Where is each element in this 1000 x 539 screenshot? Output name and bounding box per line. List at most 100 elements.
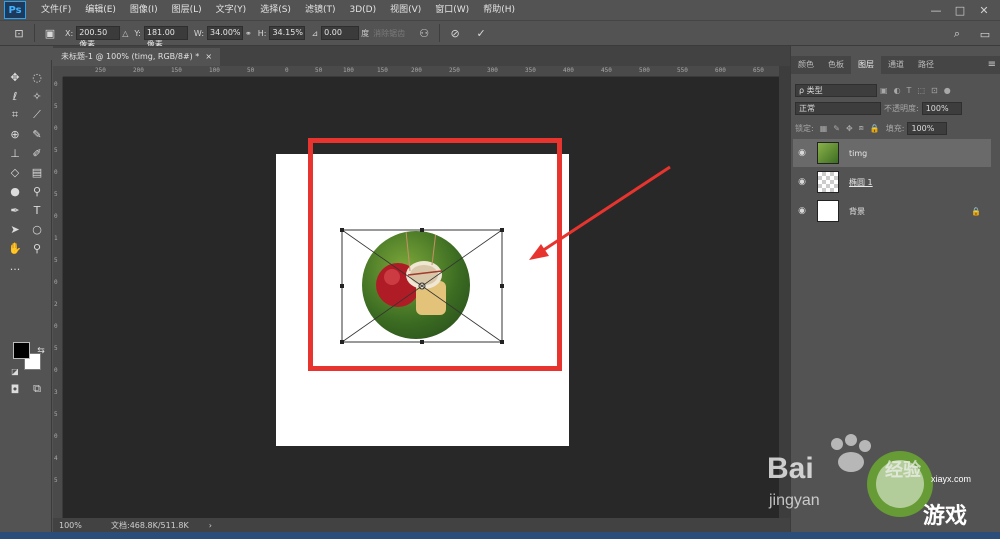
filter-toggle-icon[interactable]: ● (944, 86, 951, 95)
layer-row-background[interactable]: ◉ 背景 🔒 (793, 197, 991, 225)
minimize-button[interactable]: — (924, 0, 948, 20)
dodge-tool-icon[interactable]: ⚲ (27, 182, 47, 200)
lasso-tool-icon[interactable]: ℓ (5, 87, 25, 105)
move-tool-icon[interactable]: ✥ (5, 68, 25, 86)
crop-tool-icon[interactable]: ⌗ (5, 106, 25, 124)
layer-name[interactable]: 椭圆 1 (849, 177, 873, 188)
gradient-tool-icon[interactable]: ▤ (27, 163, 47, 181)
blur-tool-icon[interactable]: ● (5, 182, 25, 200)
horizontal-ruler: 250 200 150 100 50 0 50 100 150 200 250 … (63, 66, 779, 77)
visibility-eye-icon[interactable]: ◉ (793, 177, 811, 187)
eraser-tool-icon[interactable]: ◇ (5, 163, 25, 181)
brush-tool-icon[interactable]: ✎ (27, 125, 47, 143)
swap-colors-icon[interactable]: ⇆ (31, 342, 51, 360)
menu-view[interactable]: 视图(V) (383, 0, 428, 20)
lock-pixels-icon[interactable]: ✎ (833, 124, 840, 133)
tab-paths[interactable]: 路径 (911, 56, 941, 74)
tab-channels[interactable]: 通道 (881, 56, 911, 74)
canvas-workspace[interactable] (63, 77, 779, 518)
angle-field[interactable]: 0.00 (321, 26, 360, 40)
layer-name[interactable]: timg (849, 149, 867, 158)
default-colors-icon[interactable]: ◪ (5, 362, 25, 380)
divider (439, 24, 441, 42)
menu-select[interactable]: 选择(S) (253, 0, 298, 20)
close-button[interactable]: ✕ (972, 0, 996, 20)
tab-swatches[interactable]: 色板 (821, 56, 851, 74)
menu-help[interactable]: 帮助(H) (476, 0, 522, 20)
warp-icon[interactable]: ⚇ (415, 24, 433, 42)
layer-row-timg[interactable]: ◉ timg (793, 139, 991, 167)
filter-type-icon[interactable]: T (907, 86, 912, 95)
quick-mask-icon[interactable]: ◘ (5, 380, 25, 398)
search-icon[interactable]: ⌕ (948, 25, 966, 43)
layer-filter-select[interactable]: ρ 类型 (795, 83, 877, 97)
type-tool-icon[interactable]: T (27, 201, 47, 219)
x-field[interactable]: 200.50 像素 (76, 26, 121, 49)
link-icon[interactable]: ⚭ (245, 29, 252, 38)
stamp-tool-icon[interactable]: ⊥ (5, 144, 25, 162)
menu-image[interactable]: 图像(I) (123, 0, 165, 20)
tab-layers[interactable]: 图层 (851, 56, 881, 74)
lock-all-icon[interactable]: 🔒 (870, 124, 880, 133)
layer-row-ellipse[interactable]: ◉ 椭圆 1 (793, 168, 991, 196)
visibility-eye-icon[interactable]: ◉ (793, 148, 811, 158)
watermark-site-cn: 游戏 (923, 504, 968, 529)
lock-position-icon[interactable]: ✥ (846, 124, 853, 133)
pen-tool-icon[interactable]: ✒ (5, 201, 25, 219)
reference-point-icon[interactable]: ▣ (41, 24, 59, 42)
menu-bar: Ps 文件(F) 编辑(E) 图像(I) 图层(L) 文字(Y) 选择(S) 滤… (0, 0, 1000, 20)
tab-color[interactable]: 颜色 (791, 56, 821, 74)
marquee-tool-icon[interactable]: ◌ (27, 68, 47, 86)
y-field[interactable]: 181.00 像素 (143, 26, 188, 49)
h-field[interactable]: 34.15% (269, 26, 306, 40)
close-tab-icon[interactable]: × (205, 48, 212, 66)
path-select-tool-icon[interactable]: ➤ (5, 220, 25, 238)
menu-type[interactable]: 文字(Y) (209, 0, 254, 20)
ruler-tick: 500 (639, 67, 650, 74)
menu-filter[interactable]: 滤镜(T) (298, 0, 343, 20)
ruler-tick: 250 (449, 67, 460, 74)
workspace-icon[interactable]: ▭ (976, 25, 994, 43)
status-arrow-icon[interactable]: › (209, 521, 212, 530)
hand-tool-icon[interactable]: ✋ (5, 239, 25, 257)
history-brush-tool-icon[interactable]: ✐ (27, 144, 47, 162)
screen-mode-icon[interactable]: ⧉ (27, 380, 47, 398)
zoom-level[interactable]: 100% (53, 521, 89, 530)
menu-layer[interactable]: 图层(L) (165, 0, 209, 20)
ruler-tick: 5 (54, 345, 58, 352)
ruler-tick: 450 (601, 67, 612, 74)
delta-icon[interactable]: △ (122, 29, 128, 38)
eyedropper-tool-icon[interactable]: ⟋ (27, 106, 47, 124)
filter-smart-icon[interactable]: ⊡ (931, 86, 938, 95)
visibility-eye-icon[interactable]: ◉ (793, 206, 811, 216)
menu-window[interactable]: 窗口(W) (428, 0, 476, 20)
w-field[interactable]: 34.00% (207, 26, 244, 40)
blend-mode-select[interactable]: 正常 (795, 101, 881, 115)
menu-3d[interactable]: 3D(D) (342, 0, 383, 20)
cancel-transform-icon[interactable]: ⊘ (446, 24, 464, 42)
ruler-tick: 650 (753, 67, 764, 74)
lock-transparent-icon[interactable]: ▦ (820, 124, 828, 133)
ellipse-tool-icon[interactable]: ○ (27, 220, 47, 238)
more-tools-icon[interactable]: ··· (5, 260, 25, 278)
filter-adjust-icon[interactable]: ◐ (894, 86, 901, 95)
zoom-tool-icon[interactable]: ⚲ (27, 239, 47, 257)
panel-menu-icon[interactable]: ≡ (988, 56, 996, 74)
layer-name[interactable]: 背景 (849, 206, 865, 217)
menu-edit[interactable]: 编辑(E) (78, 0, 123, 20)
foreground-color-swatch[interactable] (13, 342, 30, 359)
transform-tool-icon[interactable]: ⊡ (10, 24, 28, 42)
maximize-button[interactable]: □ (948, 0, 972, 20)
ruler-tick: 5 (54, 147, 58, 154)
menu-file[interactable]: 文件(F) (34, 0, 78, 20)
filter-shape-icon[interactable]: ⬚ (917, 86, 925, 95)
ruler-tick: 0 (54, 81, 58, 88)
document-tab[interactable]: 未标题-1 @ 100% (timg, RGB/8#) * × (53, 48, 221, 66)
lock-artboard-icon[interactable]: ⧈ (859, 123, 864, 133)
filter-pixel-icon[interactable]: ▣ (880, 86, 888, 95)
commit-transform-icon[interactable]: ✓ (472, 24, 490, 42)
opacity-field[interactable]: 100% (921, 101, 962, 115)
healing-tool-icon[interactable]: ⊕ (5, 125, 25, 143)
magic-wand-tool-icon[interactable]: ✧ (27, 87, 47, 105)
fill-field[interactable]: 100% (907, 121, 948, 135)
